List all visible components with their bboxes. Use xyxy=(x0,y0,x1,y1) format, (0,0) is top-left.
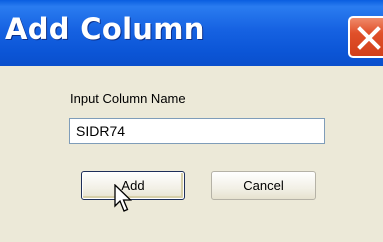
window-title: Add Column xyxy=(5,12,205,46)
dialog-body: Input Column Name Add Cancel xyxy=(0,66,383,242)
column-name-input[interactable] xyxy=(69,118,325,144)
column-name-label: Input Column Name xyxy=(70,91,186,106)
close-button[interactable] xyxy=(348,16,383,58)
close-icon xyxy=(357,26,381,50)
add-column-dialog: Add Column Input Column Name Add Cancel xyxy=(0,0,383,242)
cancel-button[interactable]: Cancel xyxy=(211,171,316,200)
title-bar[interactable]: Add Column xyxy=(0,0,383,66)
mouse-pointer-icon xyxy=(114,184,133,212)
